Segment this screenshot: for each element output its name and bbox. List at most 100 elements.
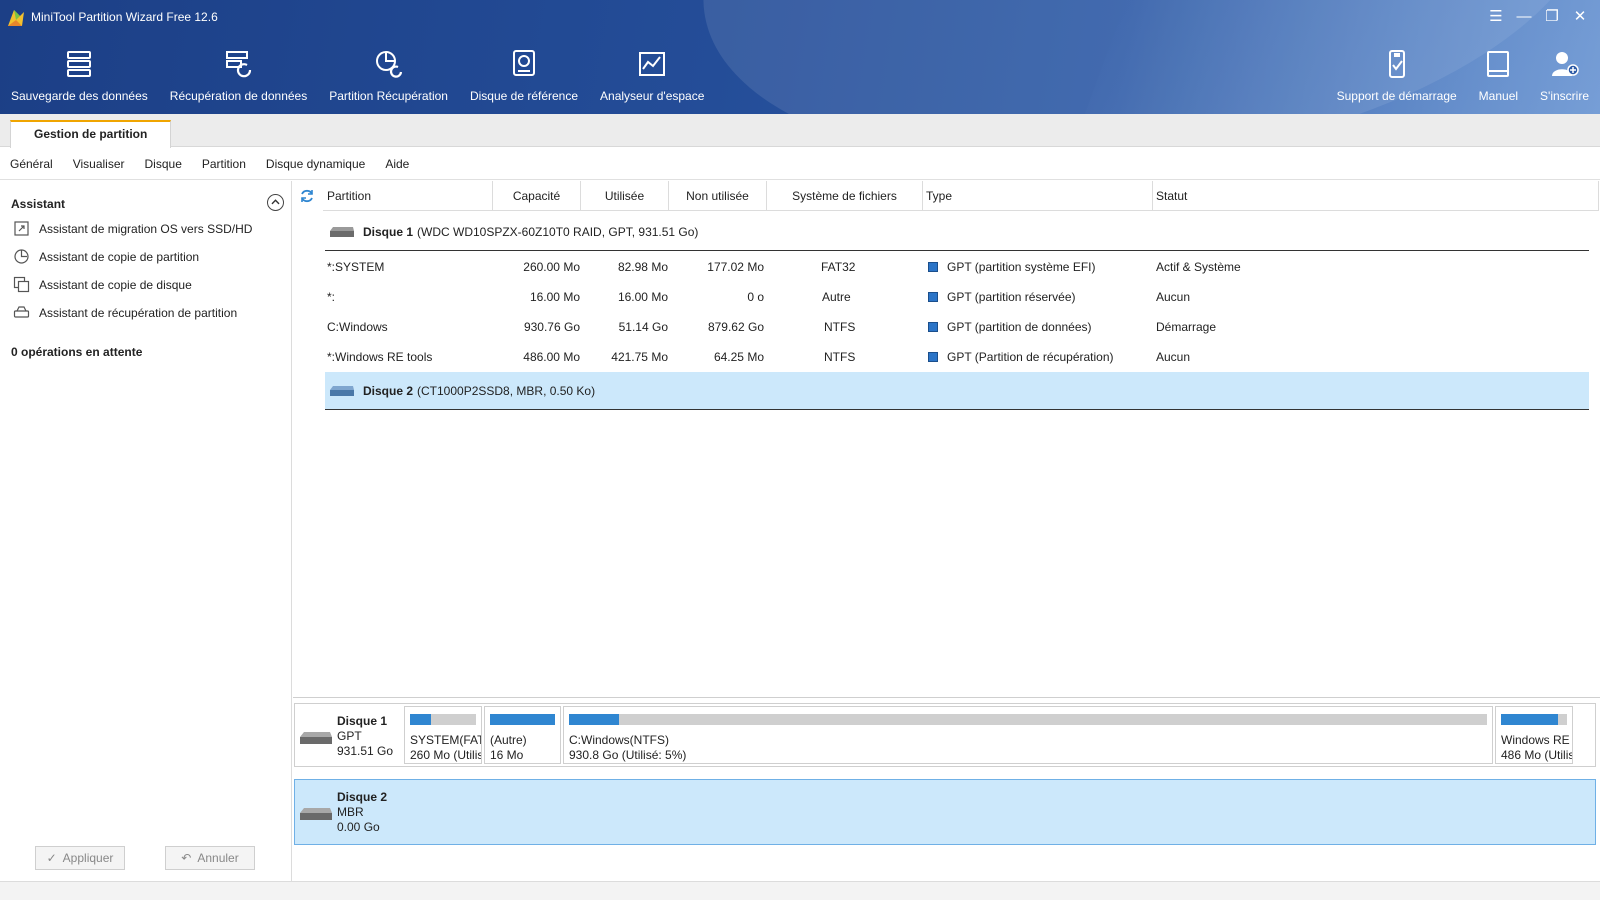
segment-windows[interactable]: C:Windows(NTFS) 930.8 Go (Utilisé: 5%) <box>563 706 1493 764</box>
partition-color-icon <box>928 322 938 332</box>
usage-fill <box>1501 714 1559 725</box>
cell-capacity: 260.00 Mo <box>523 260 580 274</box>
collapse-icon[interactable] <box>267 194 284 211</box>
undo-icon: ↶ <box>181 851 192 865</box>
wizard-partition-copy[interactable]: Assistant de copie de partition <box>13 248 199 265</box>
diskmap-info: Disque 1 GPT 931.51 Go <box>295 704 405 766</box>
disk-copy-icon <box>13 276 30 293</box>
partition-copy-icon <box>14 249 29 264</box>
bootable-media-label: Support de démarrage <box>1336 89 1457 103</box>
data-recovery-icon <box>225 51 251 78</box>
check-icon: ✓ <box>46 851 57 865</box>
wizard-label: Assistant de migration OS vers SSD/HD <box>39 221 253 236</box>
segment-recovery[interactable]: Windows RE · 486 Mo (Utilis <box>1495 706 1573 764</box>
segment-label: Windows RE · <box>1501 733 1573 747</box>
wizard-disk-copy[interactable]: Assistant de copie de disque <box>13 276 192 293</box>
backup-button[interactable]: Sauvegarde des données <box>0 48 159 103</box>
menu-view[interactable]: Visualiser <box>73 157 125 171</box>
diskmap-disk-2[interactable]: Disque 2 MBR 0.00 Go <box>294 779 1596 845</box>
refresh-icon[interactable] <box>299 188 315 204</box>
segment-system[interactable]: SYSTEM(FAT3 260 Mo (Utilis <box>404 706 482 764</box>
cell-unused: 177.02 Mo <box>707 260 764 274</box>
cell-used: 51.14 Go <box>618 320 668 334</box>
table-row[interactable]: *:Windows RE tools 486.00 Mo 421.75 Mo 6… <box>325 342 1589 372</box>
col-filesystem[interactable]: Système de fichiers <box>767 181 923 211</box>
bootable-media-button[interactable]: Support de démarrage <box>1326 48 1468 103</box>
tab-partition-management[interactable]: Gestion de partition <box>10 120 172 148</box>
col-used[interactable]: Utilisée <box>581 181 669 211</box>
type-text: GPT (partition réservée) <box>947 290 1076 304</box>
usage-fill <box>490 714 555 725</box>
wizard-panel: Assistant Assistant de migration OS vers… <box>0 181 292 881</box>
diskmap-name: Disque 2 <box>337 790 388 804</box>
menu-help[interactable]: Aide <box>385 157 409 171</box>
partition-recovery-label: Partition Récupération <box>329 89 448 103</box>
backup-icon <box>67 51 92 77</box>
disk-benchmark-icon <box>512 50 535 76</box>
segment-reserved[interactable]: (Autre) 16 Mo <box>484 706 561 764</box>
app-logo-icon <box>8 10 24 26</box>
undo-button[interactable]: ↶ Annuler <box>165 846 255 870</box>
data-recovery-label: Récupération de données <box>169 89 308 103</box>
wizard-os-migration[interactable]: Assistant de migration OS vers SSD/HD <box>13 220 252 237</box>
restore-button[interactable]: ❐ <box>1538 6 1566 28</box>
cell-partition: *: <box>327 290 336 304</box>
cell-filesystem: NTFS <box>824 350 856 364</box>
cell-capacity: 16.00 Mo <box>529 290 580 304</box>
usage-fill <box>410 714 432 725</box>
col-partition[interactable]: Partition <box>323 181 493 211</box>
disk-benchmark-label: Disque de référence <box>469 89 579 103</box>
register-icon <box>1551 52 1579 76</box>
space-analyzer-icon <box>639 52 666 76</box>
register-button[interactable]: S'inscrire <box>1529 48 1600 103</box>
wizard-label: Assistant de récupération de partition <box>39 305 238 320</box>
diskmap-disk-1[interactable]: Disque 1 GPT 931.51 Go SYSTEM(FAT3 260 M… <box>294 703 1596 767</box>
col-capacity[interactable]: Capacité <box>493 181 581 211</box>
cell-partition: *:Windows RE tools <box>327 350 433 364</box>
menu-disk[interactable]: Disque <box>145 157 182 171</box>
status-bar <box>0 881 1600 900</box>
disk-benchmark-button[interactable]: Disque de référence <box>459 48 589 103</box>
disk-row-2[interactable]: Disque 2 (CT1000P2SSD8, MBR, 0.50 Ko) <box>325 372 1589 410</box>
partition-color-icon <box>928 352 938 362</box>
menu-icon[interactable]: ☰ <box>1482 6 1510 28</box>
cell-type: GPT (partition système EFI) <box>928 260 1095 274</box>
diskmap-size: 931.51 Go <box>337 744 394 758</box>
disk-row-1[interactable]: Disque 1 (WDC WD10SPZX-60Z10T0 RAID, GPT… <box>325 213 1589 251</box>
cell-filesystem: NTFS <box>824 320 856 334</box>
table-row[interactable]: C:Windows 930.76 Go 51.14 Go 879.62 Go N… <box>325 312 1589 342</box>
wizard-partition-recovery[interactable]: Assistant de récupération de partition <box>13 304 237 321</box>
menu-partition[interactable]: Partition <box>202 157 246 171</box>
os-migration-icon <box>14 221 29 236</box>
backup-label: Sauvegarde des données <box>11 89 148 103</box>
type-text: GPT (partition système EFI) <box>947 260 1096 274</box>
table-row[interactable]: *: 16.00 Mo 16.00 Mo 0 o Autre GPT (part… <box>325 282 1589 312</box>
data-recovery-button[interactable]: Récupération de données <box>159 48 318 103</box>
partition-recovery-button[interactable]: Partition Récupération <box>318 48 459 103</box>
col-type[interactable]: Type <box>923 181 1153 211</box>
manual-button[interactable]: Manuel <box>1468 48 1529 103</box>
usage-fill <box>569 714 620 725</box>
cell-type: GPT (Partition de récupération) <box>928 350 1114 364</box>
cell-type: GPT (partition réservée) <box>928 290 1076 304</box>
menu-dynamic-disk[interactable]: Disque dynamique <box>266 157 365 171</box>
table-row[interactable]: *:SYSTEM 260.00 Mo 82.98 Mo 177.02 Mo FA… <box>325 252 1589 282</box>
tab-bar: Gestion de partition <box>0 114 1600 148</box>
diskmap-size: 0.00 Go <box>337 820 380 834</box>
cell-filesystem: Autre <box>822 290 851 304</box>
minimize-button[interactable]: — <box>1510 6 1538 28</box>
apply-button[interactable]: ✓ Appliquer <box>35 846 125 870</box>
col-unused[interactable]: Non utilisée <box>669 181 767 211</box>
close-button[interactable]: ✕ <box>1566 6 1594 28</box>
bootable-media-icon <box>1388 50 1405 78</box>
cell-status: Aucun <box>1156 350 1191 364</box>
diskmap-info: Disque 2 MBR 0.00 Go <box>295 780 405 844</box>
type-text: GPT (Partition de récupération) <box>947 350 1114 364</box>
col-status[interactable]: Statut <box>1153 181 1599 211</box>
segment-size: 930.8 Go (Utilisé: 5%) <box>569 748 687 762</box>
cell-unused: 64.25 Mo <box>713 350 764 364</box>
space-analyzer-button[interactable]: Analyseur d'espace <box>589 48 715 103</box>
menu-general[interactable]: Général <box>10 157 53 171</box>
toolbar-right: Support de démarrage Manuel S'inscrire <box>1326 48 1600 103</box>
filesystem-text: FAT32 <box>821 260 856 274</box>
